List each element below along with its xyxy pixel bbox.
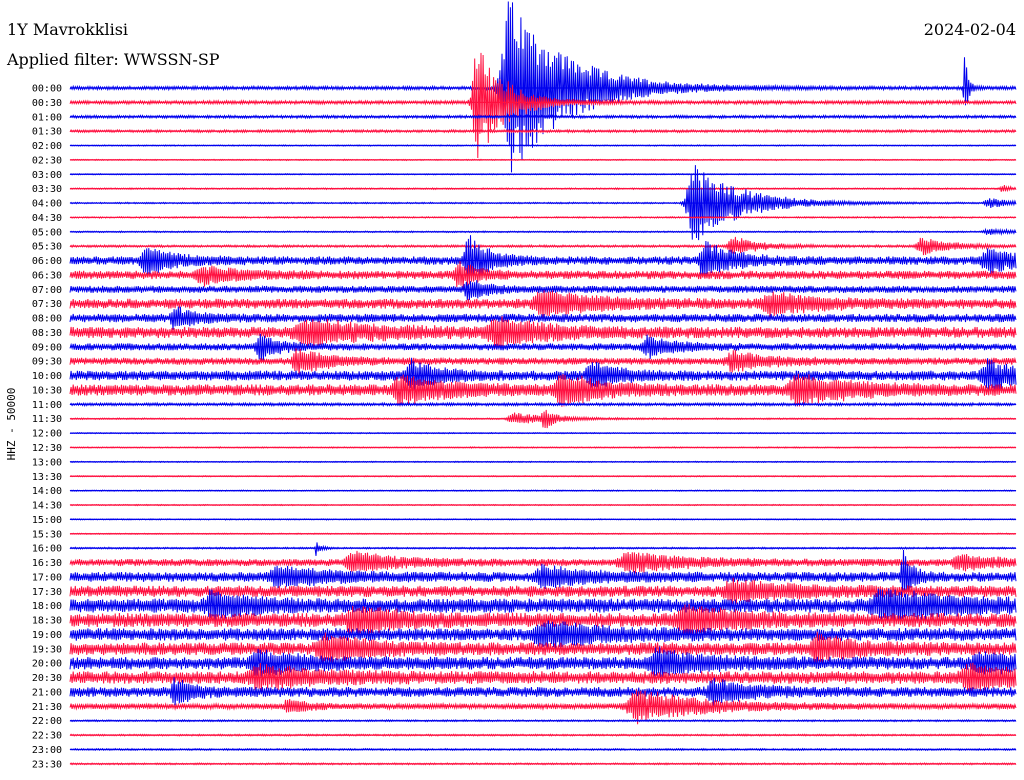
tick-label: 06:30 [32, 270, 62, 281]
tick-label: 00:00 [32, 84, 62, 95]
tick-label: 04:30 [32, 213, 62, 224]
tick-label: 19:00 [32, 630, 62, 641]
trace-line [69, 280, 1017, 301]
tick-label: 01:30 [32, 127, 62, 138]
tick-label: 16:30 [32, 558, 62, 569]
tick-label: 15:00 [32, 515, 62, 526]
helicorder-plot: 00:00 00:30 01:00 01:30 02:00 02:30 03:00 03:30… [5, 1, 1017, 771]
tick-label: 03:30 [32, 184, 62, 195]
tick-label: 11:00 [32, 400, 62, 411]
tick-label: 19:30 [32, 644, 62, 655]
tick-label: 23:00 [32, 745, 62, 756]
tick-label: 12:30 [32, 443, 62, 454]
traces-layer [69, 1, 1017, 766]
tick-label: 12:00 [32, 429, 62, 440]
tick-label: 14:30 [32, 501, 62, 512]
tick-label: 16:00 [32, 544, 62, 555]
tick-label: 18:00 [32, 601, 62, 612]
tick-label: 07:00 [32, 285, 62, 296]
tick-label: 07:30 [32, 299, 62, 310]
tick-label: 15:30 [32, 529, 62, 540]
tick-label: 22:30 [32, 731, 62, 742]
tick-label: 14:00 [32, 486, 62, 497]
tick-label: 22:00 [32, 716, 62, 727]
tick-label: 01:00 [32, 112, 62, 123]
tick-label: 03:00 [32, 170, 62, 181]
tick-label: 18:30 [32, 616, 62, 627]
tick-label: 21:30 [32, 702, 62, 713]
tick-label: 08:30 [32, 328, 62, 339]
tick-label: 10:30 [32, 385, 62, 396]
trace-line [69, 542, 1017, 556]
tick-label: 04:00 [32, 199, 62, 210]
tick-label: 20:00 [32, 659, 62, 670]
tick-label: 21:00 [32, 687, 62, 698]
tick-label: 09:00 [32, 342, 62, 353]
tick-label: 02:00 [32, 141, 62, 152]
tick-label: 05:00 [32, 227, 62, 238]
tick-label: 17:30 [32, 587, 62, 598]
tick-label: 09:30 [32, 357, 62, 368]
tick-label: 20:30 [32, 673, 62, 684]
tick-label: 02:30 [32, 155, 62, 166]
tick-label: 05:30 [32, 242, 62, 253]
tick-label: 08:00 [32, 314, 62, 325]
tick-label: 13:00 [32, 457, 62, 468]
tick-label: 11:30 [32, 414, 62, 425]
tick-labels-layer: 00:00 00:30 01:00 01:30 02:00 02:30 03:00 03:30… [32, 84, 62, 771]
tick-label: 10:00 [32, 371, 62, 382]
trace-line [69, 52, 1017, 159]
tick-label: 06:00 [32, 256, 62, 267]
y-axis-label: HHZ - 50000 [5, 388, 18, 461]
tick-label: 00:30 [32, 98, 62, 109]
tick-label: 13:30 [32, 472, 62, 483]
tick-label: 17:00 [32, 572, 62, 583]
tick-label: 23:30 [32, 759, 62, 770]
trace-line [69, 235, 1017, 289]
trace-line [69, 1, 1017, 173]
